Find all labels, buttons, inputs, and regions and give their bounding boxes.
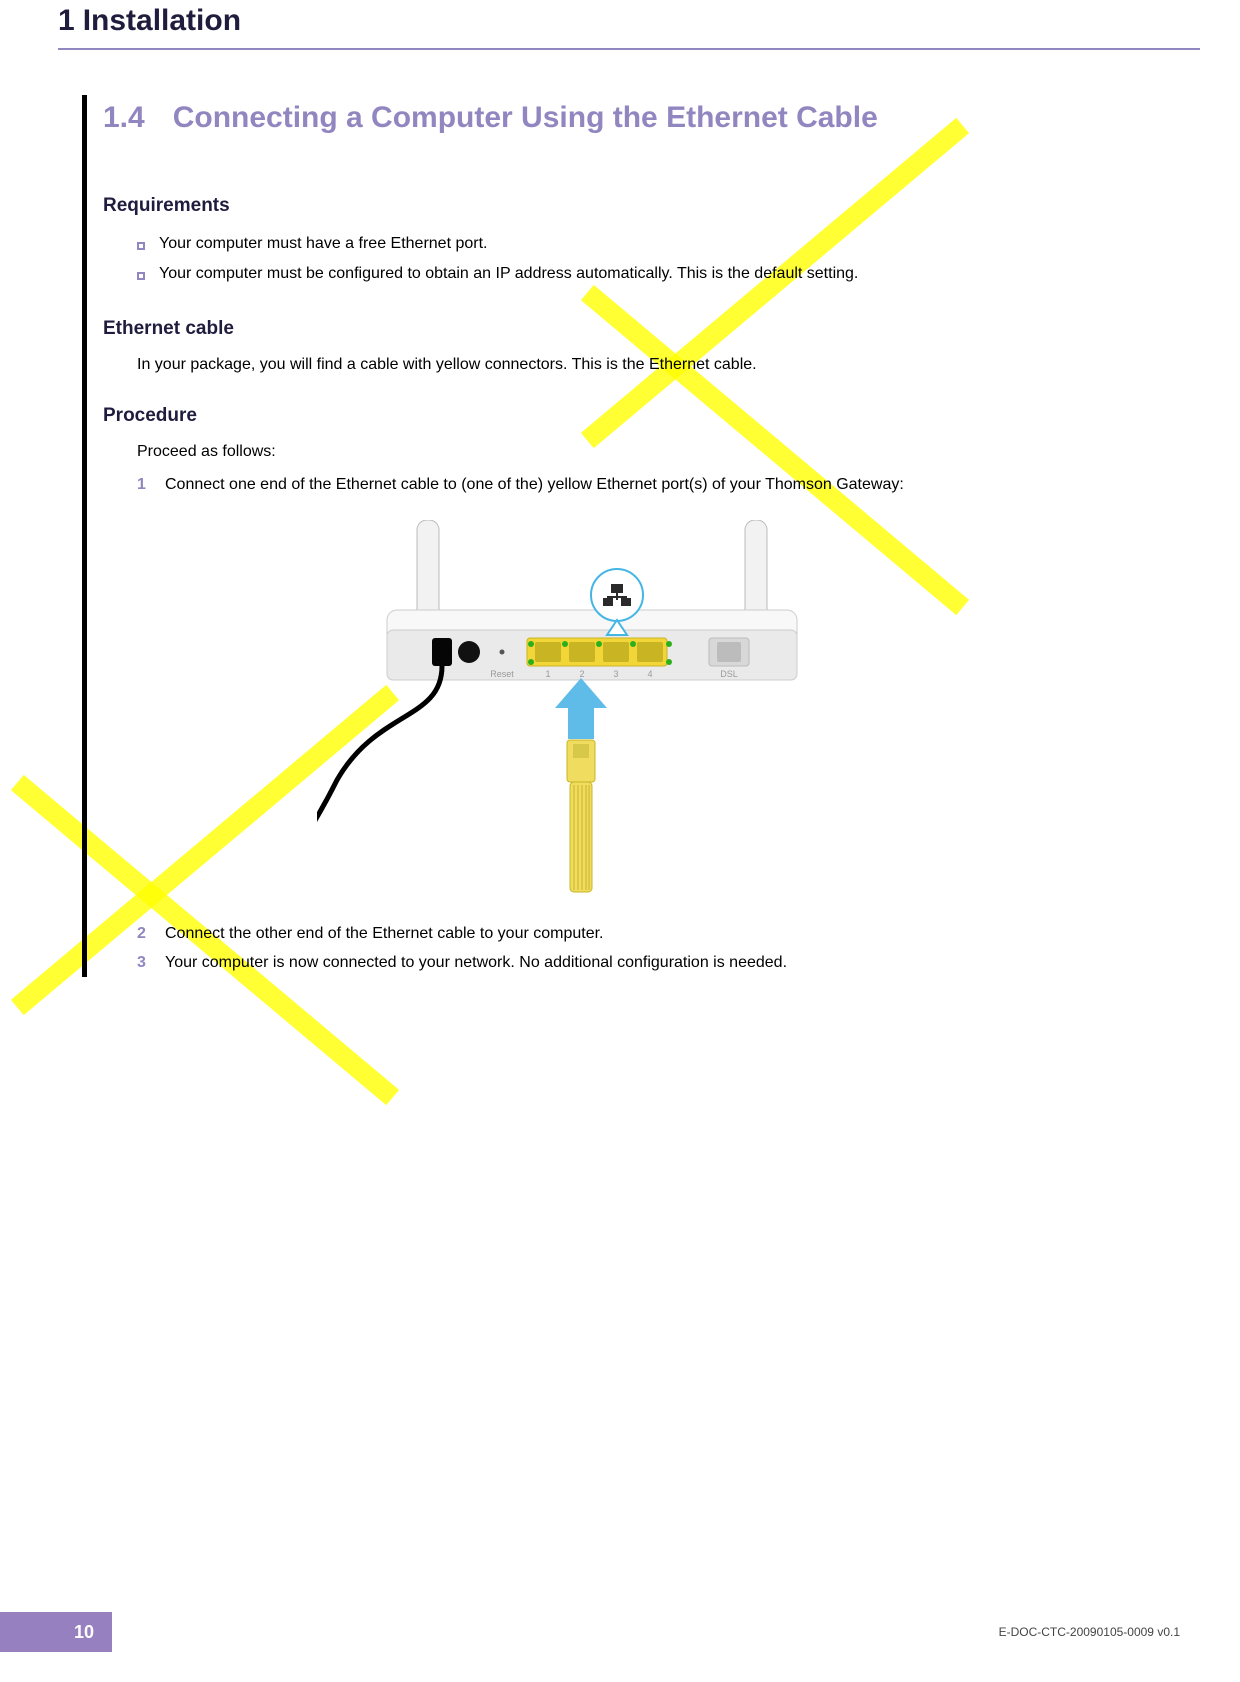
svg-text:1: 1	[545, 669, 550, 679]
section-title: 1.4 Connecting a Computer Using the Ether…	[103, 95, 1180, 175]
requirements-list: Your computer must have a free Ethernet …	[137, 229, 1180, 290]
step-text: Connect the other end of the Ethernet ca…	[165, 920, 604, 949]
power-cable-icon	[317, 666, 442, 880]
list-item: 1 Connect one end of the Ethernet cable …	[137, 471, 1180, 500]
procedure-heading: Procedure	[103, 405, 1180, 427]
step-number: 2	[137, 920, 149, 949]
section-number: 1.4	[103, 101, 145, 134]
arrow-icon	[555, 678, 607, 739]
procedure-intro: Proceed as follows:	[137, 439, 1180, 465]
procedure-list: 1 Connect one end of the Ethernet cable …	[137, 471, 1180, 977]
svg-text:3: 3	[613, 669, 618, 679]
router-diagram: Reset 1 2 3 4	[317, 520, 867, 900]
svg-text:2: 2	[579, 669, 584, 679]
step-text: Connect one end of the Ethernet cable to…	[165, 471, 904, 500]
ethernet-plug-icon	[567, 740, 595, 892]
requirement-text: Your computer must have a free Ethernet …	[159, 229, 487, 259]
list-item: 2 Connect the other end of the Ethernet …	[137, 920, 1180, 949]
header-rule	[58, 48, 1200, 50]
doc-id: E-DOC-CTC-20090105-0009 v0.1	[999, 1625, 1180, 1639]
content-block: 1.4 Connecting a Computer Using the Ether…	[82, 95, 1180, 977]
ethernet-cable-text: In your package, you will find a cable w…	[137, 352, 1180, 378]
requirement-text: Your computer must be configured to obta…	[159, 259, 858, 289]
list-item: Your computer must be configured to obta…	[137, 259, 1180, 289]
ethernet-cable-heading: Ethernet cable	[103, 318, 1180, 340]
chapter-title: Installation	[83, 4, 241, 37]
step-number: 3	[137, 949, 149, 978]
step-number: 1	[137, 471, 149, 500]
step-text: Your computer is now connected to your n…	[165, 949, 787, 978]
chapter-number: 1	[58, 4, 75, 37]
square-bullet-icon	[137, 242, 145, 250]
reset-label: Reset	[490, 669, 514, 679]
page-number-badge: 10	[0, 1612, 112, 1652]
svg-text:4: 4	[647, 669, 652, 679]
list-item: Your computer must have a free Ethernet …	[137, 229, 1180, 259]
dsl-label: DSL	[720, 669, 738, 679]
page-footer: 10 E-DOC-CTC-20090105-0009 v0.1	[0, 1612, 1240, 1652]
section-name: Connecting a Computer Using the Ethernet…	[173, 101, 878, 134]
requirements-heading: Requirements	[103, 195, 1180, 217]
chapter-heading: 1Installation	[58, 4, 1200, 38]
list-item: 3 Your computer is now connected to your…	[137, 949, 1180, 978]
square-bullet-icon	[137, 272, 145, 280]
